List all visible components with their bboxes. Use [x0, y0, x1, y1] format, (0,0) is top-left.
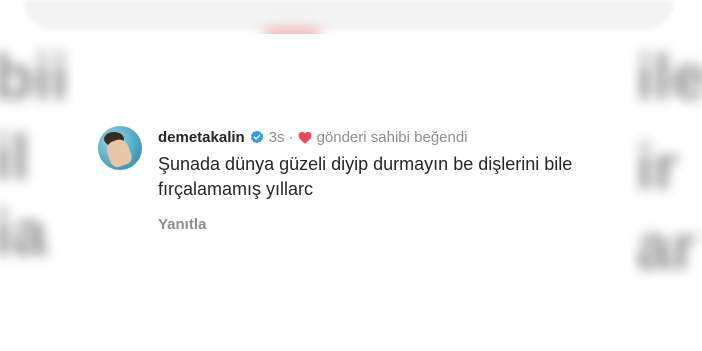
heart-icon	[298, 131, 312, 144]
background-blur-shape: ile	[636, 41, 702, 113]
comment-meta: demetakalin 3s · gönderi sahibi beğendi	[158, 127, 468, 147]
reply-button[interactable]: Yanıtla	[158, 216, 206, 233]
verified-badge-icon	[250, 130, 264, 144]
username[interactable]: demetakalin	[158, 129, 245, 146]
background-blur-shape: ar	[636, 211, 697, 283]
background-blur-shape: ir	[636, 131, 679, 203]
liked-by-author-label: gönderi sahibi beğendi	[316, 128, 468, 146]
background-blur-shape: ia	[0, 197, 48, 269]
comment-text: Şunada dünya güzeli diyip durmayın be di…	[158, 154, 573, 199]
avatar[interactable]	[98, 126, 142, 170]
background-top-bar	[24, 0, 674, 30]
meta-separator: ·	[288, 128, 294, 146]
background-blur-shape: bii	[0, 41, 69, 113]
comment-time: 3s	[268, 128, 285, 146]
comment-card: demetakalin 3s · gönderi sahibi beğendi …	[74, 34, 630, 351]
background-blur-shape: il	[0, 121, 30, 193]
